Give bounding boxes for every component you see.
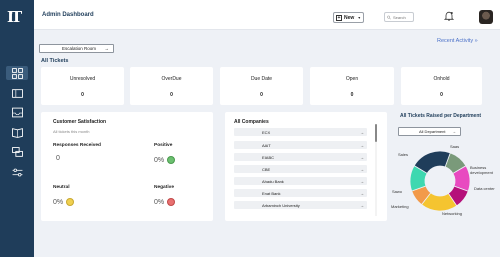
pie-label: Business development bbox=[470, 165, 493, 175]
card-subtitle: All tickets this month bbox=[53, 129, 90, 134]
arrow-right-icon: → bbox=[452, 129, 456, 134]
all-companies-card: All Companies ECX → AAiT → EIABC → CBE → Aha… bbox=[225, 112, 387, 221]
happy-face-icon bbox=[167, 156, 176, 164]
company-row[interactable]: Ahadu Bank → bbox=[234, 177, 367, 185]
stat-value: 0 bbox=[350, 92, 354, 98]
stat-card-due-date[interactable]: Due Date 0 bbox=[220, 67, 303, 105]
pie-label: Sales bbox=[398, 152, 409, 157]
department-chart-title: All Tickets Raised per Department bbox=[400, 113, 482, 119]
stat-label: Due Date bbox=[250, 76, 273, 82]
ticket-icon[interactable] bbox=[9, 87, 25, 99]
company-row[interactable]: AAiT → bbox=[234, 141, 367, 149]
knowledge-base-icon[interactable] bbox=[9, 126, 25, 138]
company-row[interactable]: CBE → bbox=[234, 165, 367, 173]
search-input[interactable] bbox=[393, 14, 413, 20]
negative-label: Negative bbox=[154, 185, 174, 190]
company-row[interactable]: EIABC → bbox=[234, 153, 367, 161]
responses-value: 0 bbox=[56, 155, 60, 162]
arrow-right-icon: → bbox=[360, 142, 364, 148]
page-title: Admin Dashboard bbox=[42, 12, 94, 18]
search-box[interactable] bbox=[384, 12, 414, 22]
neutral-label: Neutral bbox=[53, 185, 70, 190]
stat-card-unresolved[interactable]: Unresolved 0 bbox=[41, 67, 124, 105]
settings-sliders-icon[interactable] bbox=[9, 166, 25, 178]
arrow-right-icon: → bbox=[104, 46, 110, 51]
arrow-right-icon: → bbox=[360, 154, 364, 160]
all-tickets-heading: All Tickets bbox=[41, 58, 69, 64]
stat-card-onhold[interactable]: Onhold 0 bbox=[401, 67, 482, 105]
negative-value: 0% bbox=[154, 198, 176, 206]
stat-value: 0 bbox=[81, 92, 84, 98]
arrow-right-icon: → bbox=[360, 166, 364, 172]
stat-card-open[interactable]: Open 0 bbox=[310, 67, 394, 105]
stat-label: Onhold bbox=[433, 76, 450, 82]
sad-face-icon bbox=[167, 198, 176, 206]
stat-value: 0 bbox=[260, 92, 263, 98]
stat-value: 0 bbox=[440, 92, 443, 98]
company-row[interactable]: Arbaminch University → bbox=[234, 201, 367, 209]
arrow-right-icon: → bbox=[360, 129, 364, 135]
stat-label: Unresolved bbox=[69, 76, 96, 82]
recent-activity-link[interactable]: Recent Activity » bbox=[437, 38, 478, 44]
pie-label: Data center bbox=[474, 186, 495, 191]
card-title: Customer Satisfaction bbox=[53, 119, 107, 125]
responses-label: Responses Received bbox=[53, 143, 101, 148]
chat-icon[interactable] bbox=[9, 146, 25, 158]
positive-label: Positive bbox=[154, 143, 173, 148]
company-row[interactable]: ECX → bbox=[234, 128, 367, 136]
arrow-right-icon: → bbox=[360, 190, 364, 196]
user-avatar[interactable] bbox=[479, 10, 493, 24]
neutral-face-icon bbox=[66, 198, 75, 206]
department-filter-button[interactable]: All Department → bbox=[398, 127, 461, 136]
department-filter-label: All Department bbox=[419, 129, 446, 134]
chevron-down-icon: ▾ bbox=[358, 15, 361, 20]
scrollbar-thumb[interactable] bbox=[375, 124, 377, 142]
pie-label: Saas bbox=[450, 144, 460, 149]
plus-icon: + bbox=[336, 14, 342, 21]
search-icon bbox=[387, 15, 391, 19]
escalation-room-label: Escalation Room bbox=[62, 46, 97, 51]
stat-card-overdue[interactable]: OverDue 0 bbox=[130, 67, 213, 105]
neutral-value: 0% bbox=[53, 198, 75, 206]
arrow-right-icon: → bbox=[360, 178, 364, 184]
stat-value: 0 bbox=[170, 92, 173, 98]
customer-satisfaction-card: Customer Satisfaction All tickets this m… bbox=[41, 112, 213, 221]
app-logo[interactable]: IT bbox=[7, 8, 27, 28]
new-button[interactable]: + New ▾ bbox=[333, 12, 364, 23]
pie-label: Sawo bbox=[392, 189, 403, 194]
escalation-room-button[interactable]: Escalation Room → bbox=[39, 44, 114, 53]
positive-value: 0% bbox=[154, 156, 176, 164]
card-title: All Companies bbox=[234, 119, 269, 125]
arrow-right-icon: → bbox=[360, 202, 364, 208]
new-button-label: New bbox=[344, 14, 355, 21]
stat-label: OverDue bbox=[161, 76, 182, 82]
top-bar: Admin Dashboard + New ▾ bbox=[34, 0, 500, 30]
stat-label: Open bbox=[345, 76, 359, 82]
inbox-icon[interactable] bbox=[9, 106, 25, 118]
notification-bell-icon[interactable] bbox=[444, 11, 454, 21]
department-donut-chart: Sales Business development Data center N… bbox=[390, 140, 500, 222]
pie-label: Marketing bbox=[391, 204, 409, 209]
pie-label: Networking bbox=[442, 211, 463, 216]
company-row[interactable]: Enat Bank → bbox=[234, 189, 367, 197]
sidebar: IT bbox=[0, 0, 34, 257]
dashboard-icon[interactable] bbox=[6, 66, 28, 80]
